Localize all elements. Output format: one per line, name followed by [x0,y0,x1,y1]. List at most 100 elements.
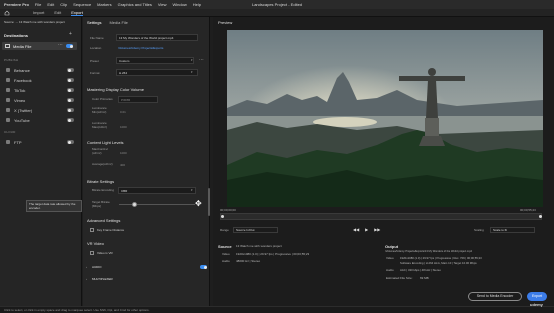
destination-media-file[interactable]: Media File ⋯ [2,42,77,50]
status-text: Click to select, or click in empty space… [4,308,150,312]
media-file-icon [5,44,10,48]
youtube-toggle[interactable] [67,118,74,122]
key-frame-checkbox[interactable] [90,228,94,232]
facebook-icon [6,78,10,82]
facebook-toggle[interactable] [67,78,74,82]
audio-toggle[interactable] [200,265,207,269]
destination-behance[interactable]: Behance [6,67,76,73]
bitrate-chevron-down-icon: ▾ [191,188,193,192]
add-destination-icon[interactable]: + [69,31,75,37]
menu-item-clip[interactable]: Clip [60,2,67,7]
output-video-info: 1920x1080 (1.0) | 29.97 fps | Progressiv… [400,256,482,260]
audio-section-chevron-icon[interactable]: › [86,265,87,269]
preview-video-frame [227,30,543,207]
file-name-input[interactable]: 13 My Wonders of the World project.mp4 [116,34,198,41]
timeline-scrubber[interactable] [220,213,542,220]
destination-facebook[interactable]: Facebook [6,77,76,83]
menu-item-edit[interactable]: Edit [47,2,54,7]
range-select[interactable]: Source In/Out [233,227,278,233]
in-point-handle[interactable] [221,215,224,218]
tab-media-file[interactable]: Media File [109,20,127,25]
destinations-title: Destinations [4,33,29,38]
export-button[interactable]: Export [527,292,547,301]
estimated-file-size-value: 69 MB [420,276,429,280]
source-audio-info: 48000 Hz | Stereo [236,259,261,263]
menu-item-markers[interactable]: Markers [97,2,111,7]
color-primaries-label: Color Primaries [92,97,113,101]
output-video-label: Video [386,256,394,260]
max-content-level-value[interactable]: 1000 [120,151,127,155]
destination-youtube[interactable]: YouTube [6,117,76,123]
location-link[interactable]: /Volumes/Udemy Projects/Exports [118,46,163,50]
media-file-toggle[interactable] [66,44,73,48]
luminance-min-value[interactable]: 0.01 [120,110,126,114]
brand-watermark: udemy [530,302,543,307]
menu-item-view[interactable]: View [158,2,167,7]
tab-settings[interactable]: Settings [87,20,101,25]
behance-toggle[interactable] [67,68,74,72]
play-icon[interactable]: ▶ [365,227,368,232]
tab-import[interactable]: Import [33,10,44,16]
out-point-handle[interactable] [539,215,542,218]
preset-label: Preset [90,59,99,63]
youtube-icon [6,118,10,122]
menu-item-premiere-pro[interactable]: Premiere Pro [4,2,29,7]
menu-bar: Premiere Pro File Edit Clip Sequence Markers G… [0,2,201,7]
preset-more-icon[interactable]: ⋯ [199,57,204,63]
bitrate-settings-title: Bitrate Settings [87,179,115,184]
tiktok-toggle[interactable] [67,88,74,92]
menu-item-file[interactable]: File [35,2,41,7]
destination-ftp[interactable]: FTP [6,139,76,145]
bitrate-encoding-select[interactable]: CBR [118,187,196,194]
menu-item-graphics-and-titles[interactable]: Graphics and Titles [118,2,152,7]
key-frame-label: Key Frame Distance [97,228,125,232]
menu-item-window[interactable]: Window [172,2,186,7]
settings-scrollbar[interactable] [208,188,210,216]
destination-tiktok[interactable]: TikTok [6,87,76,93]
transport-controls: ◀◀ ▶ ▶▶ [353,227,380,232]
luminance-max-label: Luminance Max(cd/m²) [92,121,108,129]
scaling-label: Scaling [474,228,484,232]
vimeo-toggle[interactable] [67,98,74,102]
multiplexer-chevron-icon[interactable]: › [86,277,87,281]
ftp-toggle[interactable] [67,140,74,144]
source-header: Source: → 13 Watch me with wonders proje… [4,20,65,24]
source-video-label: Video [222,252,230,256]
luminance-min-label: Luminance Min(cd/m²) [92,106,107,114]
workspace-header: Import Edit Export [0,9,554,17]
output-audio-info: AAC | 320 kbps | 48 kHz | Stereo [400,268,441,272]
color-primaries-select[interactable]: P3D65 [118,96,158,103]
estimated-file-size-label: Estimated File Size: [386,276,413,280]
menu-item-sequence[interactable]: Sequence [73,2,91,7]
audio-section[interactable]: AUDIO [92,265,102,269]
format-label: Format [90,71,100,75]
multiplexer-section[interactable]: MULTIPLEXER [92,277,113,281]
format-chevron-down-icon: ▾ [191,70,193,74]
luminance-max-value[interactable]: 1000 [120,125,127,129]
more-icon[interactable]: ⋯ [58,42,63,48]
mastering-title: Mastering Display Color Volume [87,87,144,92]
vr-checkbox[interactable] [90,251,94,255]
destination-twitter[interactable]: X (Twitter) [6,107,76,113]
send-to-media-encoder-button[interactable]: Send to Media Encoder [468,292,522,301]
range-label: Range [220,228,229,232]
preset-select[interactable]: Custom [116,57,194,64]
home-icon[interactable] [4,10,10,16]
format-select[interactable]: H.264 [116,69,198,76]
tooltip: The target data rate allowed by the enco… [26,200,82,212]
tab-export[interactable]: Export [71,10,83,16]
tab-edit[interactable]: Edit [54,10,61,16]
twitter-toggle[interactable] [67,108,74,112]
destination-vimeo[interactable]: Vimeo [6,97,76,103]
scaling-select[interactable]: Scale to fit [490,227,535,233]
move-cursor-icon: ✥ [195,199,202,208]
step-forward-icon[interactable]: ▶▶ [374,227,380,232]
preset-chevron-down-icon: ▾ [191,58,193,62]
average-label: Average(cd/m²) [92,162,113,166]
target-bitrate-slider-track[interactable] [119,204,195,205]
menu-item-help[interactable]: Help [193,2,201,7]
output-info-title: Output [385,244,399,249]
average-value[interactable]: 400 [120,163,125,167]
target-bitrate-slider-thumb[interactable] [132,202,137,207]
step-back-icon[interactable]: ◀◀ [353,227,359,232]
